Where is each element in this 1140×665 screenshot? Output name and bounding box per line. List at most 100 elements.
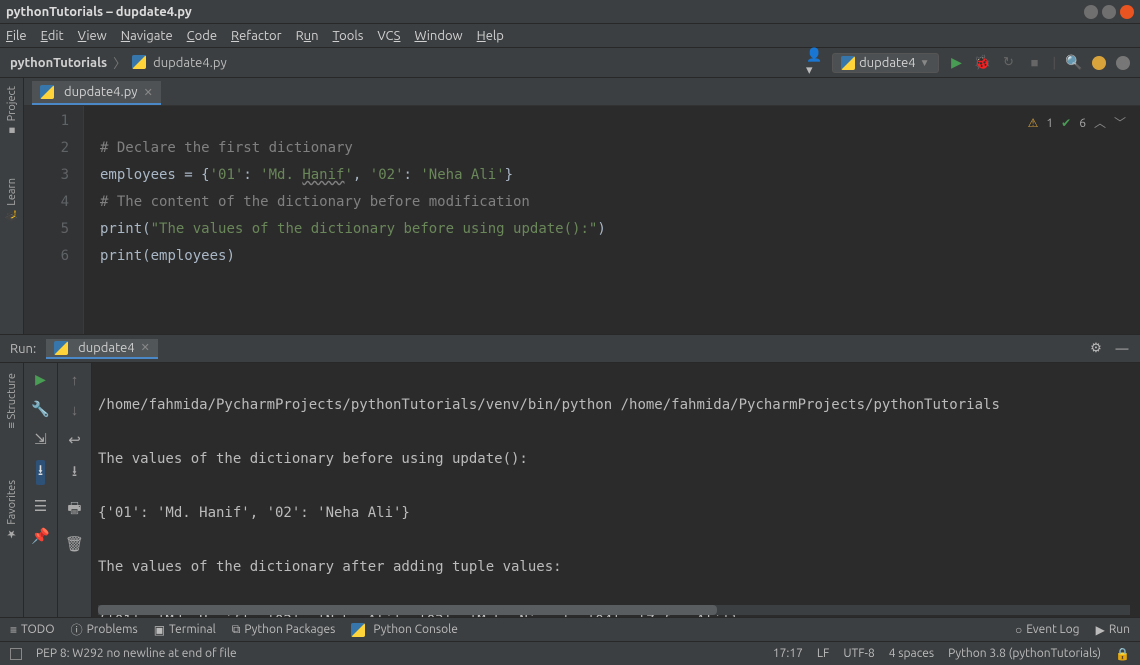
line-number: 2: [24, 135, 69, 162]
run-configuration-selector[interactable]: dupdate4 ▼: [832, 53, 938, 73]
scroll-to-end-icon[interactable]: ⭳: [36, 460, 45, 485]
run-tool-header: Run: dupdate4 ✕ ⚙ —: [0, 335, 1140, 363]
search-icon[interactable]: 🔍: [1066, 55, 1082, 71]
status-line-separator[interactable]: LF: [817, 647, 829, 660]
run-tab-dupdate4[interactable]: dupdate4 ✕: [46, 339, 158, 359]
code-line: employees = {'01': 'Md. Hanif', '02': 'N…: [100, 167, 513, 183]
left-tool-strip: ■ Project 🎓 Learn: [0, 78, 24, 334]
pin-icon[interactable]: 📌: [31, 527, 50, 545]
chevron-down-icon[interactable]: ﹀: [1114, 110, 1126, 137]
status-encoding[interactable]: UTF-8: [843, 647, 874, 660]
run-coverage-button[interactable]: ↻: [1001, 55, 1017, 71]
gutter: 1 2 3 4 5 6: [24, 106, 84, 334]
run-configuration-label: dupdate4: [859, 56, 916, 70]
wrench-icon[interactable]: 🔧: [31, 400, 50, 418]
editor-tab-dupdate4[interactable]: dupdate4.py ✕: [32, 81, 161, 105]
menu-window[interactable]: Window: [414, 29, 462, 43]
status-bar: PEP 8: W292 no newline at end of file 17…: [0, 641, 1140, 665]
inspection-widget[interactable]: ⚠ 1 ✔ 6 ︿ ﹀: [1028, 110, 1126, 137]
tool-run-tab[interactable]: ▶Run: [1096, 623, 1130, 637]
window-maximize-button[interactable]: [1102, 5, 1116, 19]
breadcrumb-project[interactable]: pythonTutorials: [10, 56, 107, 70]
breadcrumb-file[interactable]: dupdate4.py: [132, 55, 227, 70]
run-tool-title: Run:: [10, 342, 36, 356]
layout-icon[interactable]: ☰: [34, 497, 47, 515]
status-window-icon[interactable]: [10, 648, 22, 660]
tool-learn-tab[interactable]: 🎓 Learn: [5, 178, 18, 222]
menu-code[interactable]: Code: [187, 29, 217, 43]
window-title-bar: pythonTutorials – dupdate4.py: [0, 0, 1140, 24]
menu-navigate[interactable]: Navigate: [121, 29, 173, 43]
breadcrumb-separator-icon: 〉: [113, 53, 126, 72]
debug-button[interactable]: 🐞: [975, 55, 991, 71]
status-indent[interactable]: 4 spaces: [889, 647, 934, 660]
trash-icon[interactable]: 🗑: [65, 535, 84, 553]
run-button[interactable]: ▶: [949, 55, 965, 71]
menu-edit[interactable]: Edit: [41, 29, 64, 43]
code-content[interactable]: # Declare the first dictionary employees…: [84, 106, 1140, 334]
menu-file[interactable]: File: [6, 29, 27, 43]
tool-python-packages[interactable]: ⧉Python Packages: [232, 623, 336, 637]
tool-terminal[interactable]: ▣Terminal: [154, 623, 216, 637]
python-file-icon: [40, 85, 54, 99]
navigation-bar: pythonTutorials 〉 dupdate4.py 👤▾ dupdate…: [0, 48, 1140, 78]
scroll-icon[interactable]: ⭳: [72, 461, 77, 486]
hide-panel-icon[interactable]: —: [1114, 341, 1130, 357]
horizontal-scrollbar[interactable]: [98, 605, 1130, 615]
down-arrow-icon[interactable]: ↓: [71, 401, 79, 419]
code-editor[interactable]: 1 2 3 4 5 6 # Declare the first dictiona…: [24, 106, 1140, 334]
tool-structure-tab[interactable]: ≡ Structure: [6, 373, 18, 428]
up-arrow-icon[interactable]: ↑: [71, 371, 79, 389]
line-number: 6: [24, 243, 69, 270]
menu-run[interactable]: Run: [296, 29, 319, 43]
check-icon: ✔: [1061, 110, 1071, 137]
run-settings-icon[interactable]: ⚙: [1088, 341, 1104, 357]
window-title: pythonTutorials – dupdate4.py: [6, 5, 192, 19]
menu-bar: File Edit View Navigate Code Refactor Ru…: [0, 24, 1140, 48]
code-line: # The content of the dictionary before m…: [100, 194, 530, 210]
python-icon: [351, 623, 365, 637]
console-line: /home/fahmida/PycharmProjects/pythonTuto…: [98, 392, 1140, 419]
menu-vcs[interactable]: VCS: [377, 29, 400, 43]
menu-tools[interactable]: Tools: [333, 29, 364, 43]
editor-tab-label: dupdate4.py: [64, 85, 138, 99]
breadcrumb-file-label: dupdate4.py: [153, 56, 227, 70]
soft-wrap-icon[interactable]: ↩: [68, 431, 81, 449]
python-file-icon: [132, 55, 146, 69]
add-user-icon[interactable]: 👤▾: [806, 55, 822, 71]
readonly-lock-icon[interactable]: 🔒: [1115, 647, 1130, 661]
line-number: 4: [24, 189, 69, 216]
window-close-button[interactable]: [1120, 5, 1134, 19]
warning-count: 1: [1046, 110, 1053, 137]
console-output[interactable]: /home/fahmida/PycharmProjects/pythonTuto…: [92, 363, 1140, 617]
tool-project-tab[interactable]: ■ Project: [6, 86, 18, 136]
stack-icon[interactable]: ⇲: [34, 430, 47, 448]
window-minimize-button[interactable]: [1084, 5, 1098, 19]
chevron-up-icon[interactable]: ︿: [1094, 110, 1106, 137]
tool-problems[interactable]: ⓘProblems: [71, 621, 138, 638]
ide-settings-icon[interactable]: [1116, 56, 1130, 70]
menu-refactor[interactable]: Refactor: [231, 29, 282, 43]
menu-view[interactable]: View: [78, 29, 107, 43]
rerun-button[interactable]: ▶: [35, 371, 46, 388]
menu-help[interactable]: Help: [477, 29, 504, 43]
python-icon: [841, 56, 855, 70]
console-line: {'01': 'Md. Hanif', '02': 'Neha Ali'}: [98, 500, 1140, 527]
dropdown-icon: ▼: [920, 57, 930, 69]
run-tool-window: Run: dupdate4 ✕ ⚙ — ≡ Structure ★ Favori…: [0, 334, 1140, 617]
close-tab-icon[interactable]: ✕: [144, 86, 153, 99]
ide-updates-icon[interactable]: [1092, 56, 1106, 70]
stop-button[interactable]: ■: [1027, 55, 1043, 71]
run-tool-actions-col2: ↑ ↓ ↩ ⭳ 🖶 🗑: [58, 363, 92, 617]
tool-todo[interactable]: ≡TODO: [10, 623, 55, 637]
tool-event-log[interactable]: ○Event Log: [1015, 623, 1080, 637]
line-number: 1: [24, 108, 69, 135]
close-run-tab-icon[interactable]: ✕: [141, 341, 150, 354]
tool-favorites-tab[interactable]: ★ Favorites: [5, 480, 18, 540]
status-cursor-position[interactable]: 17:17: [773, 647, 803, 660]
status-interpreter[interactable]: Python 3.8 (pythonTutorials): [948, 647, 1101, 660]
tool-python-console[interactable]: Python Console: [351, 623, 458, 637]
bottom-tool-bar: ≡TODO ⓘProblems ▣Terminal ⧉Python Packag…: [0, 617, 1140, 641]
code-line: print(employees): [100, 248, 235, 264]
print-icon[interactable]: 🖶: [67, 498, 81, 523]
